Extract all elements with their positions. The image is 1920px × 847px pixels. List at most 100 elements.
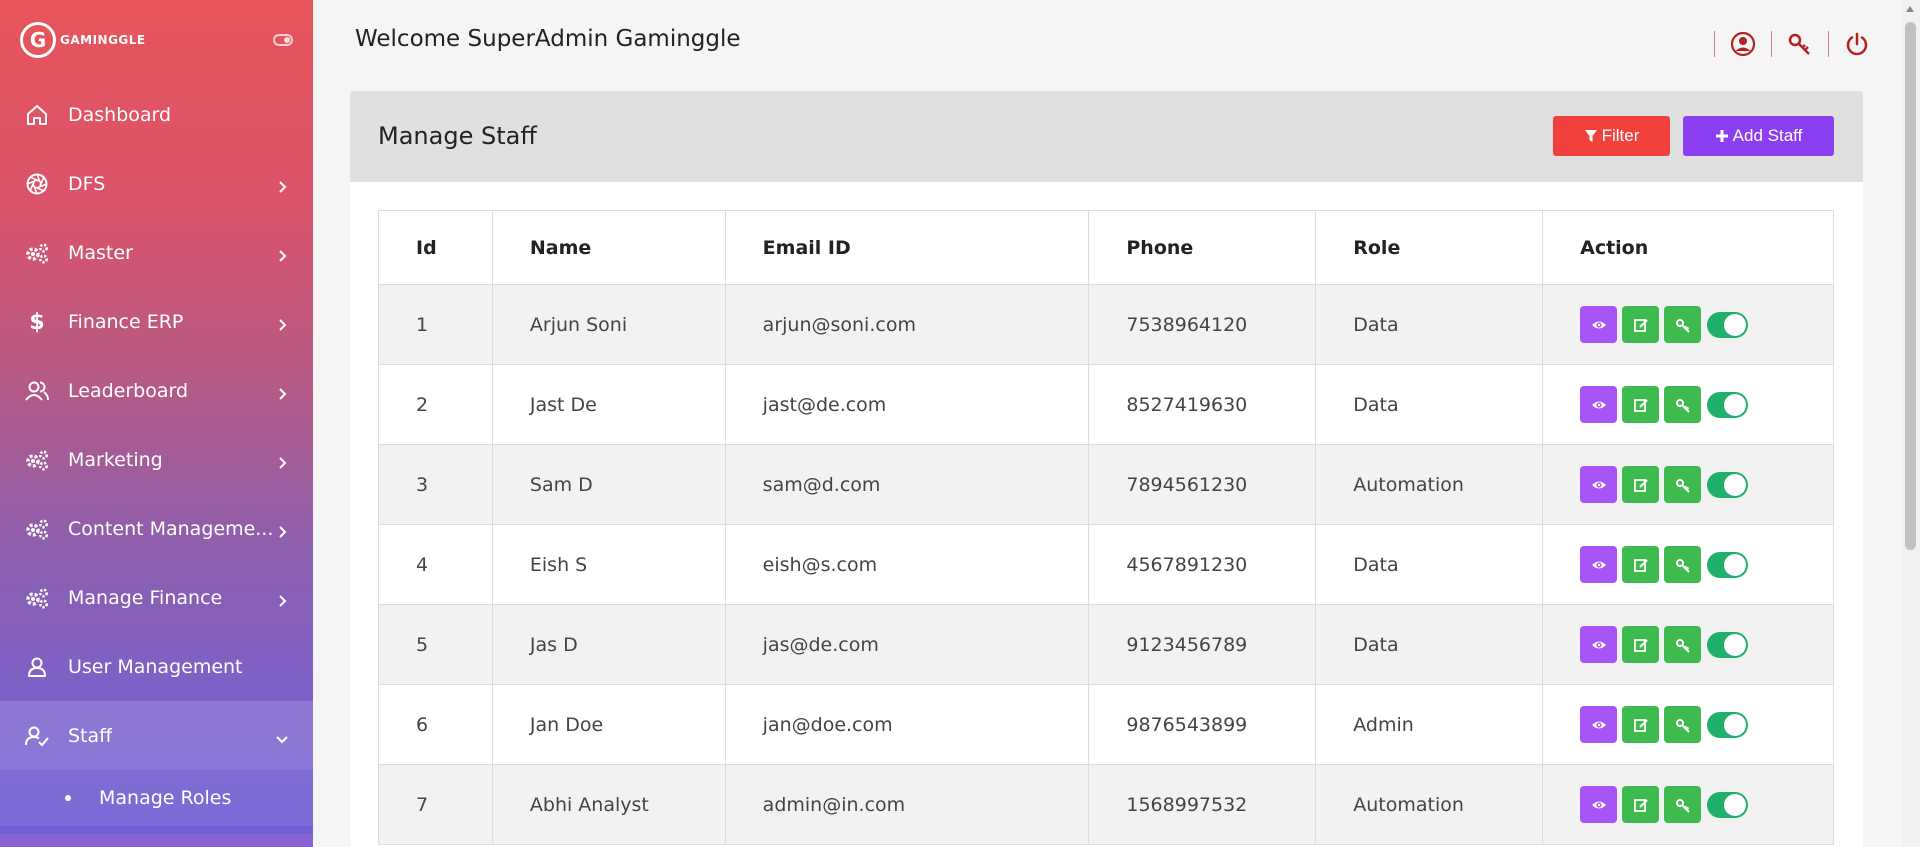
chevron-right-icon [275, 177, 289, 193]
dollar-icon: $ [24, 309, 50, 335]
view-button[interactable] [1580, 306, 1618, 343]
sidebar-item-finance-erp[interactable]: $ Finance ERP [0, 287, 313, 356]
cell-role: Admin [1315, 684, 1544, 765]
eye-icon [1591, 317, 1607, 333]
reset-password-button[interactable] [1664, 546, 1702, 583]
gears-icon [24, 240, 50, 266]
cell-phone: 9876543899 [1088, 684, 1317, 765]
page-scrollbar[interactable] [1901, 0, 1920, 847]
user-circle-icon[interactable] [1729, 30, 1757, 58]
logo-icon: G [20, 22, 56, 58]
add-staff-button[interactable]: Add Staff [1683, 116, 1834, 156]
view-button[interactable] [1580, 386, 1618, 423]
cell-action [1542, 524, 1834, 605]
edit-icon [1633, 557, 1649, 573]
reset-password-button[interactable] [1664, 706, 1702, 743]
edit-button[interactable] [1622, 626, 1660, 663]
cell-name: Arjun Soni [491, 284, 726, 365]
cell-action [1542, 684, 1834, 765]
sidebar-item-manage-finance[interactable]: Manage Finance [0, 563, 313, 632]
filter-icon [1584, 130, 1597, 142]
sidebar-toggle-icon[interactable] [273, 34, 293, 46]
reset-password-button[interactable] [1664, 786, 1702, 823]
status-toggle[interactable] [1707, 711, 1749, 738]
gears-icon [24, 585, 50, 611]
reset-password-button[interactable] [1664, 386, 1702, 423]
view-button[interactable] [1580, 466, 1618, 503]
status-toggle[interactable] [1707, 791, 1749, 818]
home-icon [24, 102, 50, 128]
edit-button[interactable] [1622, 546, 1660, 583]
cell-phone: 8527419630 [1088, 364, 1317, 445]
sidebar-item-dashboard[interactable]: Dashboard [0, 80, 313, 149]
edit-button[interactable] [1622, 706, 1660, 743]
view-button[interactable] [1580, 786, 1618, 823]
sidebar-item-content-manageme[interactable]: Content Manageme... [0, 494, 313, 563]
cell-action [1542, 364, 1834, 445]
user-icon [24, 654, 50, 680]
status-toggle[interactable] [1707, 631, 1749, 658]
cell-action [1542, 604, 1834, 685]
power-icon[interactable] [1843, 30, 1871, 58]
cell-name: Abhi Analyst [491, 764, 726, 845]
key-icon [1675, 797, 1691, 813]
cell-role: Data [1315, 284, 1544, 365]
table-row: 2 Jast De jast@de.com 8527419630 Data [378, 364, 1834, 445]
brand-logo[interactable]: G GAMINGGLE [20, 22, 146, 58]
sidebar-item-label: Content Manageme... [68, 517, 274, 540]
cell-email: jan@doe.com [724, 684, 1090, 765]
sidebar-item-marketing[interactable]: Marketing [0, 425, 313, 494]
chevron-right-icon [275, 246, 289, 262]
table-row: 4 Eish Seish@s.com 4567891230 Data [378, 524, 1834, 605]
cell-role: Automation [1315, 764, 1544, 845]
edit-button[interactable] [1622, 786, 1660, 823]
brand: G GAMINGGLE [0, 0, 313, 80]
sidebar-nav: Dashboard DFS Master $ Finance ERP Leaderboar… [0, 80, 313, 826]
edit-button[interactable] [1622, 306, 1660, 343]
cell-phone: 1568997532 [1088, 764, 1317, 845]
divider [1714, 31, 1715, 57]
top-bar: Welcome SuperAdmin Gaminggle [313, 0, 1901, 80]
key-icon[interactable] [1786, 30, 1814, 58]
reset-password-button[interactable] [1664, 466, 1702, 503]
status-toggle[interactable] [1707, 391, 1749, 418]
reset-password-button[interactable] [1664, 306, 1702, 343]
edit-button[interactable] [1622, 466, 1660, 503]
filter-button-label: Filter [1601, 126, 1640, 145]
scrollbar-thumb[interactable] [1905, 22, 1916, 550]
cell-name: Jast De [491, 364, 726, 445]
sidebar-item-user-management[interactable]: User Management [0, 632, 313, 701]
page-title: Manage Staff [378, 122, 537, 150]
scroll-up-arrow-icon[interactable] [1906, 6, 1914, 12]
sidebar-item-dfs[interactable]: DFS [0, 149, 313, 218]
status-toggle[interactable] [1707, 311, 1749, 338]
sidebar-item-leaderboard[interactable]: Leaderboard [0, 356, 313, 425]
sidebar-item-master[interactable]: Master [0, 218, 313, 287]
filter-button[interactable]: Filter [1553, 116, 1670, 156]
chevron-right-icon [275, 384, 289, 400]
edit-button[interactable] [1622, 386, 1660, 423]
reset-password-button[interactable] [1664, 626, 1702, 663]
staff-table: Id Name Email ID Phone Role Action 1 Arjun Son… [378, 210, 1834, 845]
eye-icon [1591, 637, 1607, 653]
cell-role: Automation [1315, 444, 1544, 525]
eye-icon [1591, 477, 1607, 493]
sidebar-subitem-manage-roles[interactable]: Manage Roles [0, 770, 313, 826]
key-icon [1675, 477, 1691, 493]
sidebar-item-label: Marketing [68, 448, 163, 471]
edit-icon [1633, 477, 1649, 493]
svg-text:$: $ [29, 310, 44, 334]
view-button[interactable] [1580, 626, 1618, 663]
sidebar-subitem-label: Manage Roles [99, 787, 232, 809]
view-button[interactable] [1580, 706, 1618, 743]
sidebar-item-staff[interactable]: Staff [0, 701, 313, 770]
users-icon [24, 378, 50, 404]
aperture-icon [24, 171, 50, 197]
status-toggle[interactable] [1707, 551, 1749, 578]
sidebar-item-label: Master [68, 241, 133, 264]
view-button[interactable] [1580, 546, 1618, 583]
status-toggle[interactable] [1707, 471, 1749, 498]
row-actions [1580, 706, 1833, 743]
header-actions [1700, 30, 1871, 58]
cell-name: Jas D [491, 604, 726, 685]
